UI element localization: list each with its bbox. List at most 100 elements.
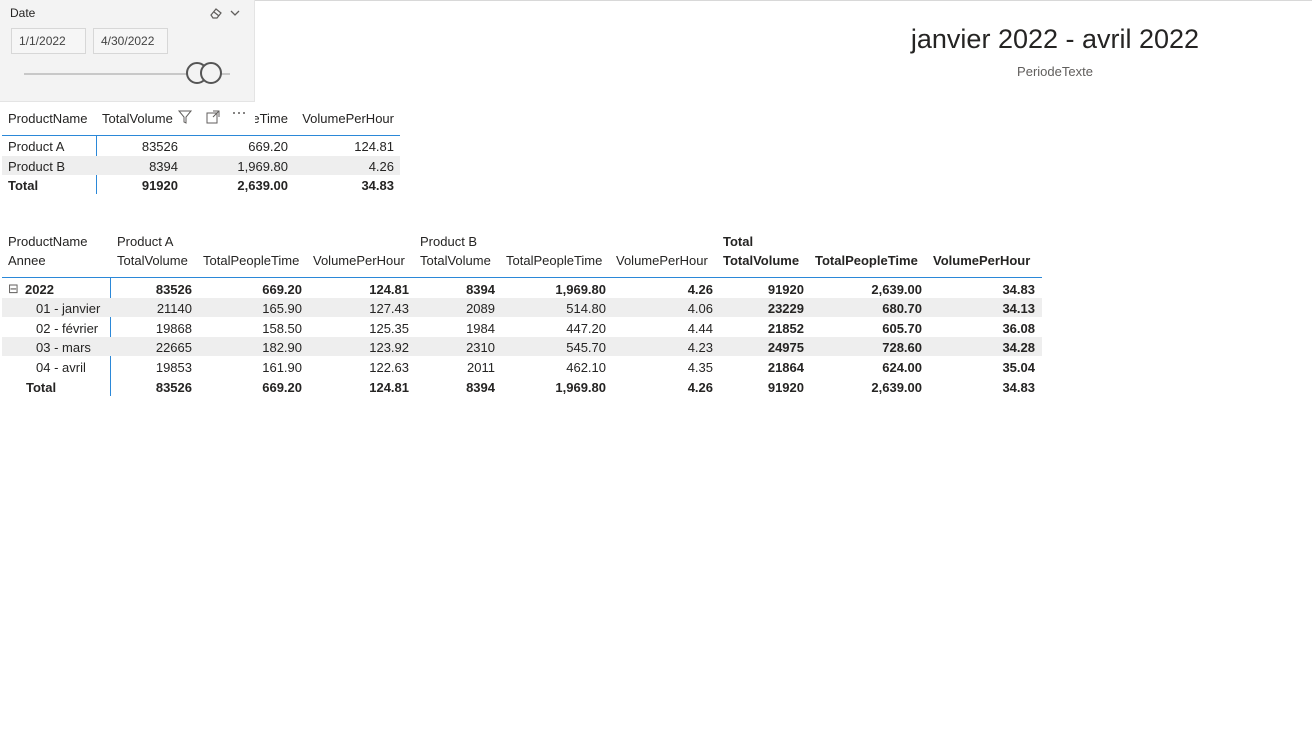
matrix-total-label: Total bbox=[26, 380, 57, 395]
matrix-cell: 624.00 bbox=[882, 360, 922, 375]
filter-icon[interactable] bbox=[177, 109, 193, 125]
matrix-cell: 35.04 bbox=[1002, 360, 1035, 375]
column-header-volumeperhour[interactable]: VolumePerHour bbox=[616, 253, 726, 268]
matrix-cell: 21852 bbox=[767, 321, 804, 336]
matrix-cell: 669.20 bbox=[262, 380, 302, 395]
focus-mode-icon[interactable] bbox=[205, 109, 221, 125]
matrix-row-label[interactable]: 2022 bbox=[25, 282, 110, 297]
table-cell: 8394 bbox=[149, 159, 178, 174]
end-date-input[interactable]: 4/30/2022 bbox=[93, 28, 168, 54]
matrix-cell: 680.70 bbox=[882, 301, 922, 316]
table-row-label: Product A bbox=[8, 139, 65, 154]
group-header-total[interactable]: Total bbox=[723, 234, 823, 249]
visual-header bbox=[175, 109, 255, 127]
column-header-productname[interactable]: ProductName bbox=[8, 111, 98, 126]
matrix-cell: 4.06 bbox=[687, 301, 713, 316]
period-title: janvier 2022 - avril 2022 bbox=[910, 24, 1200, 54]
table-total-cell: 91920 bbox=[141, 178, 178, 193]
matrix-cell: 91920 bbox=[767, 380, 804, 395]
matrix-cell: 728.60 bbox=[882, 340, 922, 355]
matrix-cell: 2011 bbox=[467, 360, 495, 375]
matrix-cell: 4.23 bbox=[687, 340, 713, 355]
table-cell: 1,969.80 bbox=[237, 159, 288, 174]
matrix-cell: 1984 bbox=[466, 321, 495, 336]
more-options-icon[interactable] bbox=[231, 109, 247, 125]
matrix-cell: 514.80 bbox=[566, 301, 606, 316]
start-date-input[interactable]: 1/1/2022 bbox=[11, 28, 86, 54]
date-slicer[interactable]: Date 1/1/2022 4/30/2022 bbox=[0, 0, 255, 102]
table-cell: 83526 bbox=[141, 139, 178, 154]
matrix-cell: 8394 bbox=[466, 282, 495, 297]
table-cell: 669.20 bbox=[248, 139, 288, 154]
matrix-cell: 1,969.80 bbox=[555, 380, 606, 395]
report-canvas: Date 1/1/2022 4/30/2022 janvier 2022 - a… bbox=[0, 0, 1312, 739]
period-field-label: PeriodeTexte bbox=[1017, 64, 1093, 79]
eraser-icon[interactable] bbox=[209, 6, 223, 20]
matrix-row-field: Annee bbox=[8, 253, 46, 268]
matrix-cell: 24975 bbox=[767, 340, 804, 355]
chevron-down-icon[interactable] bbox=[229, 6, 241, 20]
matrix-row-label: 02 - février bbox=[36, 321, 99, 336]
matrix-cell: 123.92 bbox=[369, 340, 409, 355]
matrix-cell: 34.28 bbox=[1002, 340, 1035, 355]
table-cell: 124.81 bbox=[354, 139, 394, 154]
matrix-cell: 165.90 bbox=[262, 301, 302, 316]
table-row-label: Product B bbox=[8, 159, 66, 174]
matrix-cell: 91920 bbox=[767, 282, 804, 297]
matrix-cell: 34.83 bbox=[1002, 282, 1035, 297]
matrix-cell: 83526 bbox=[155, 380, 192, 395]
matrix-cell: 21864 bbox=[767, 360, 804, 375]
column-header-volumeperhour[interactable]: VolumePerHour bbox=[313, 253, 423, 268]
column-header-totalpeopletime[interactable]: TotalPeopleTime bbox=[815, 253, 925, 268]
matrix-cell: 19853 bbox=[155, 360, 192, 375]
canvas-top-border bbox=[254, 0, 1312, 1]
header-divider bbox=[2, 135, 400, 136]
column-header-totalvolume[interactable]: TotalVolume bbox=[102, 111, 174, 126]
table-total-label: Total bbox=[8, 178, 39, 193]
matrix-cell: 605.70 bbox=[882, 321, 922, 336]
matrix-cell: 2,639.00 bbox=[871, 282, 922, 297]
group-header-product-b[interactable]: Product B bbox=[420, 234, 520, 249]
matrix-cell: 23229 bbox=[767, 301, 804, 316]
matrix-header-divider bbox=[2, 277, 1042, 278]
column-header-volumeperhour[interactable]: VolumePerHour bbox=[933, 253, 1043, 268]
table-cell: 4.26 bbox=[368, 159, 394, 174]
matrix-cell: 83526 bbox=[155, 282, 192, 297]
slider-end-handle[interactable] bbox=[200, 62, 222, 84]
expand-collapse-icon[interactable]: ⊟ bbox=[8, 281, 22, 297]
matrix-cell: 4.44 bbox=[687, 321, 713, 336]
matrix-cell: 2310 bbox=[466, 340, 495, 355]
table-total-cell: 2,639.00 bbox=[237, 178, 288, 193]
matrix-cell: 36.08 bbox=[1002, 321, 1035, 336]
matrix-cell: 124.81 bbox=[369, 282, 409, 297]
matrix-cell: 125.35 bbox=[369, 321, 409, 336]
slicer-title: Date bbox=[10, 6, 36, 20]
matrix-cell: 2089 bbox=[466, 301, 495, 316]
matrix-column-field: ProductName bbox=[8, 234, 88, 249]
matrix-cell: 122.63 bbox=[369, 360, 409, 375]
matrix-cell: 462.10 bbox=[566, 360, 606, 375]
column-header-totalpeopletime[interactable]: TotalPeopleTime bbox=[506, 253, 616, 268]
matrix-cell: 669.20 bbox=[262, 282, 302, 297]
matrix-cell: 161.90 bbox=[262, 360, 302, 375]
matrix-cell: 22665 bbox=[155, 340, 192, 355]
matrix-cell: 4.26 bbox=[687, 380, 713, 395]
matrix-cell: 2,639.00 bbox=[871, 380, 922, 395]
matrix-cell: 1,969.80 bbox=[555, 282, 606, 297]
column-header-totalpeopletime[interactable]: TotalPeopleTime bbox=[203, 253, 313, 268]
matrix-row-label: 01 - janvier bbox=[36, 301, 101, 316]
matrix-row-label: 03 - mars bbox=[36, 340, 91, 355]
matrix-cell: 8394 bbox=[466, 380, 495, 395]
matrix-cell: 19868 bbox=[155, 321, 192, 336]
matrix-cell: 4.26 bbox=[687, 282, 713, 297]
matrix-cell: 158.50 bbox=[262, 321, 302, 336]
matrix-row-label: 04 - avril bbox=[36, 360, 86, 375]
column-header-volumeperhour[interactable]: VolumePerHour bbox=[296, 111, 394, 126]
matrix-cell: 34.13 bbox=[1002, 301, 1035, 316]
matrix-cell: 447.20 bbox=[566, 321, 606, 336]
matrix-cell: 21140 bbox=[156, 301, 192, 316]
matrix-cell: 34.83 bbox=[1002, 380, 1035, 395]
table-total-cell: 34.83 bbox=[361, 178, 394, 193]
matrix-cell: 4.35 bbox=[687, 360, 713, 375]
group-header-product-a[interactable]: Product A bbox=[117, 234, 217, 249]
